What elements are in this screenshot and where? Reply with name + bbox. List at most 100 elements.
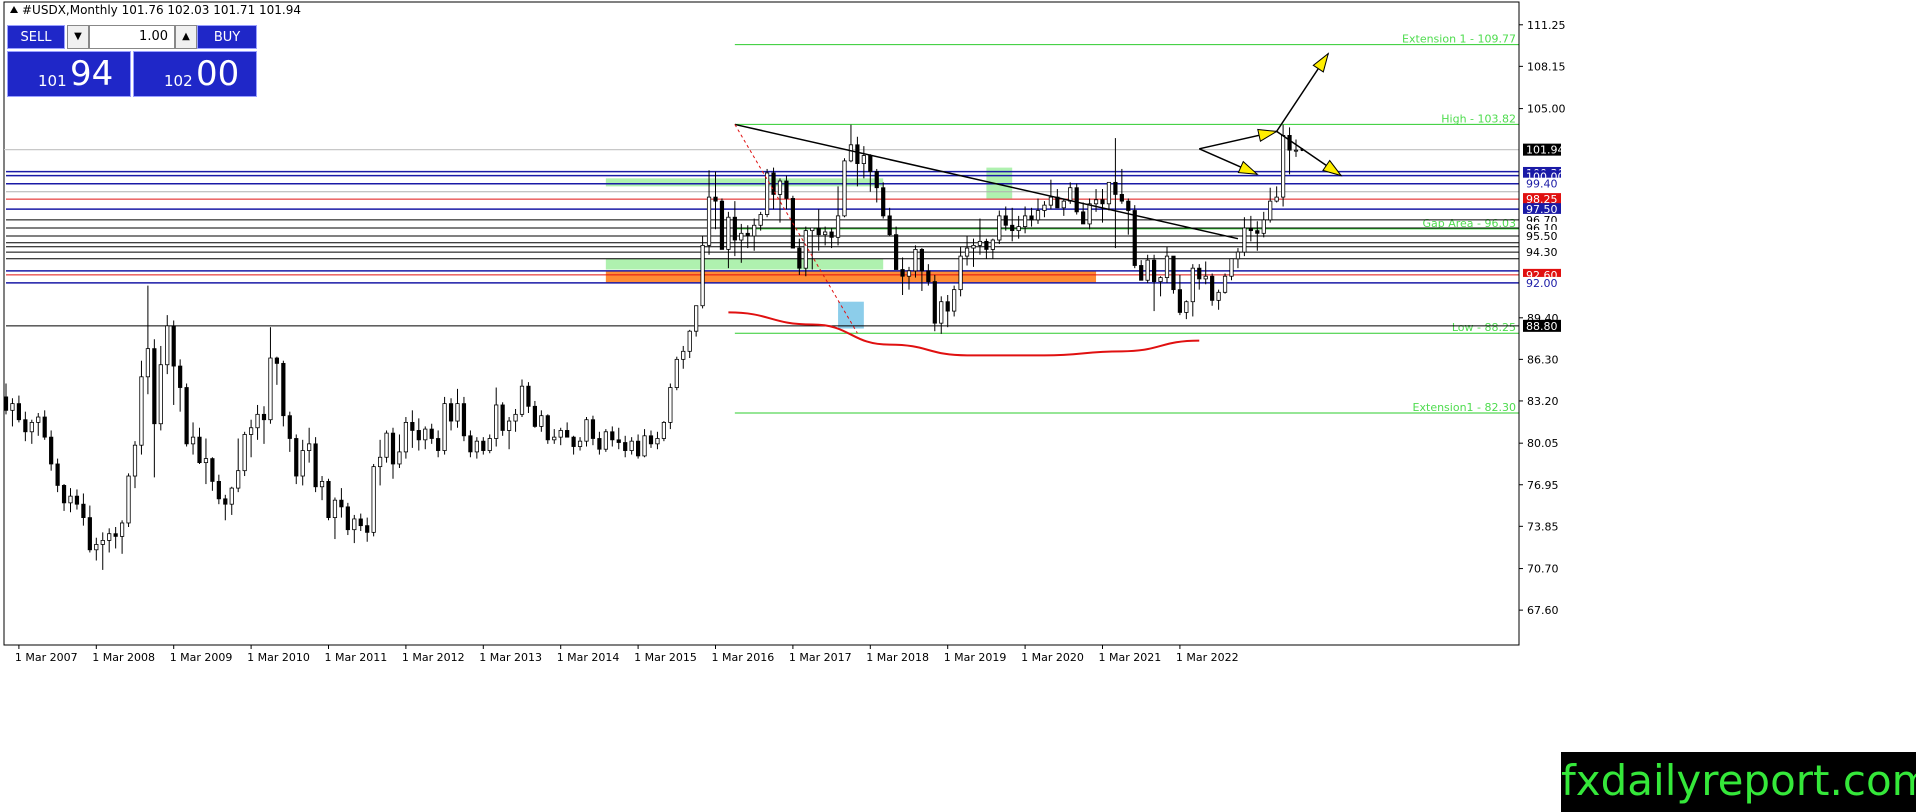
x-tick-label: 1 Mar 2011 bbox=[325, 651, 388, 664]
candle-bear bbox=[461, 403, 467, 437]
candle-bull bbox=[94, 544, 99, 551]
candle-bear bbox=[616, 439, 621, 443]
candle-bear bbox=[23, 419, 28, 433]
sell-price-pips: 94 bbox=[70, 54, 114, 94]
buy-price-prefix: 102 bbox=[164, 72, 193, 90]
candle-bull bbox=[506, 420, 512, 431]
candle-bull bbox=[1261, 219, 1266, 234]
sell-button[interactable]: SELL bbox=[7, 25, 65, 49]
buy-button[interactable]: BUY bbox=[197, 25, 257, 49]
candle-bull bbox=[1061, 200, 1066, 209]
candle-bull bbox=[906, 270, 912, 277]
candle-bull bbox=[1222, 275, 1228, 293]
candle-bull bbox=[487, 438, 492, 451]
candle-bull bbox=[1164, 255, 1170, 278]
candle-bull bbox=[1106, 181, 1112, 205]
x-tick-label: 1 Mar 2013 bbox=[479, 651, 542, 664]
candle-bear bbox=[410, 421, 415, 431]
candle-bull bbox=[1242, 227, 1247, 253]
candle-bear bbox=[49, 436, 54, 465]
candle-bear bbox=[919, 249, 925, 272]
candle-bull bbox=[1023, 215, 1028, 228]
candle-bear bbox=[1113, 181, 1118, 195]
y-tick-label: 83.20 bbox=[1527, 395, 1559, 408]
candle-bear bbox=[713, 196, 718, 202]
x-tick-label: 1 Mar 2019 bbox=[944, 651, 1007, 664]
candle-bull bbox=[1190, 267, 1195, 303]
candle-bull bbox=[823, 231, 828, 236]
x-tick-label: 1 Mar 2009 bbox=[170, 651, 233, 664]
candle-bull bbox=[700, 244, 705, 307]
candle-bull bbox=[242, 434, 247, 472]
candle-bull bbox=[1293, 149, 1299, 152]
candle-bear bbox=[416, 430, 421, 441]
lot-size-input[interactable]: 1.00 bbox=[89, 25, 175, 49]
candle-bear bbox=[365, 525, 370, 533]
candle-bear bbox=[55, 463, 60, 486]
candle-bull bbox=[300, 450, 305, 477]
candle-bear bbox=[171, 325, 176, 367]
candle-bull bbox=[1048, 196, 1053, 206]
candle-bear bbox=[1029, 215, 1034, 221]
buy-price-display[interactable]: 102 00 bbox=[133, 51, 257, 97]
candle-bear bbox=[210, 458, 215, 482]
arrow-head-icon bbox=[1237, 160, 1259, 175]
candle-bull bbox=[442, 403, 447, 451]
candle-bull bbox=[1068, 187, 1073, 202]
candle-bear bbox=[436, 438, 441, 451]
candle-bull bbox=[29, 421, 34, 433]
x-tick-label: 1 Mar 2020 bbox=[1021, 651, 1084, 664]
candle-bull bbox=[835, 215, 841, 238]
lot-decrease-icon[interactable]: ▼ bbox=[67, 25, 89, 49]
collapse-triangle-icon[interactable] bbox=[10, 6, 18, 13]
candle-bear bbox=[1287, 135, 1292, 151]
candle-bull bbox=[674, 358, 679, 388]
candle-bear bbox=[719, 200, 725, 250]
candle-bear bbox=[545, 415, 550, 441]
candle-bull bbox=[513, 413, 518, 422]
candle-bear bbox=[784, 180, 789, 199]
candle-bear bbox=[926, 270, 931, 282]
candle-bear bbox=[1197, 267, 1202, 280]
candle-bull bbox=[577, 440, 583, 447]
candle-bear bbox=[1055, 196, 1060, 209]
candle-bear bbox=[1210, 275, 1215, 301]
candle-bear bbox=[1003, 215, 1008, 226]
candle-bull bbox=[1016, 226, 1021, 232]
candle-bull bbox=[739, 232, 744, 241]
level-label-0: Extension 1 - 109.77 bbox=[1402, 33, 1516, 46]
candle-bull bbox=[377, 456, 383, 468]
candle-bull bbox=[642, 435, 647, 457]
candle-bear bbox=[732, 216, 737, 241]
candle-bear bbox=[881, 187, 886, 217]
candle-bear bbox=[184, 387, 189, 445]
candle-bull bbox=[810, 227, 815, 232]
candle-bull bbox=[474, 440, 479, 453]
candle-bull bbox=[803, 230, 808, 269]
candle-bear bbox=[81, 503, 86, 519]
candle-bear bbox=[326, 480, 331, 519]
sell-price-display[interactable]: 101 94 bbox=[7, 51, 131, 97]
x-tick-label: 1 Mar 2016 bbox=[712, 651, 775, 664]
price-chart[interactable]: Extension 1 - 109.77High - 103.82Gap Are… bbox=[0, 0, 1916, 812]
candle-bull bbox=[584, 419, 589, 442]
candle-bull bbox=[132, 444, 138, 477]
candle-bull bbox=[694, 305, 699, 332]
candle-bear bbox=[771, 172, 776, 195]
symbol-label: #USDX,Monthly bbox=[22, 3, 118, 17]
candle-bear bbox=[887, 215, 892, 236]
candle-bull bbox=[1216, 291, 1221, 301]
zone-3 bbox=[838, 301, 864, 329]
x-tick-label: 1 Mar 2022 bbox=[1176, 651, 1239, 664]
x-tick-label: 1 Mar 2021 bbox=[1099, 651, 1162, 664]
candle-bear bbox=[87, 517, 92, 551]
candle-bear bbox=[1081, 211, 1086, 225]
candle-bull bbox=[10, 403, 15, 411]
lot-increase-icon[interactable]: ▲ bbox=[175, 25, 197, 49]
candle-bear bbox=[1152, 259, 1157, 282]
candle-bear bbox=[648, 435, 654, 445]
candle-bear bbox=[287, 415, 292, 439]
sell-price-prefix: 101 bbox=[38, 72, 67, 90]
candle-bull bbox=[1145, 259, 1150, 281]
candle-bear bbox=[223, 498, 228, 505]
